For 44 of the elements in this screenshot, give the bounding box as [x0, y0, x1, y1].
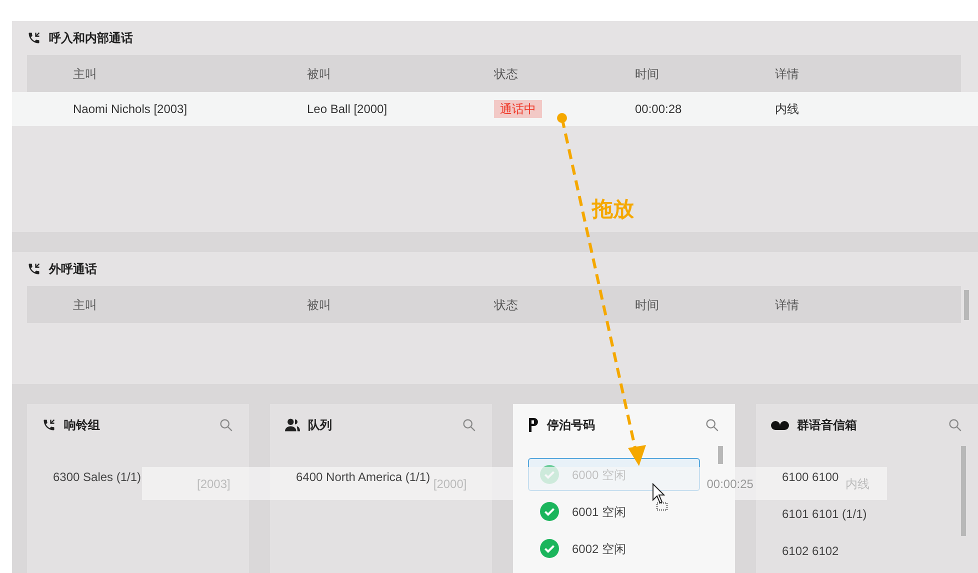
column-header: 详情 [775, 66, 799, 80]
column-header: 被叫 [307, 66, 331, 80]
column-header: 主叫 [73, 66, 97, 80]
table-cell: 内线 [775, 102, 799, 116]
list-item[interactable]: 6102 6102 [782, 542, 839, 560]
scrollbar-thumb [718, 446, 723, 464]
ghost-cell-text: 00:00:25 [706, 476, 754, 492]
check-circle-icon [540, 502, 559, 521]
section-title: 呼入和内部通话 [49, 30, 133, 47]
phone-icon [27, 262, 41, 276]
list-item[interactable]: 6100 6100 [782, 468, 839, 486]
column-header: 主叫 [73, 298, 97, 312]
list-item[interactable]: 6300 Sales (1/1) [53, 468, 142, 486]
search-icon[interactable] [948, 418, 962, 432]
people-icon [285, 418, 300, 432]
phone-icon [42, 418, 56, 432]
column-header: 时间 [635, 298, 659, 312]
section-title: 外呼通话 [49, 261, 97, 278]
column-header: 被叫 [307, 298, 331, 312]
table-cell: Leo Ball [2000] [307, 102, 388, 116]
parking-slot[interactable]: 6002 空闲 [528, 532, 700, 565]
search-icon[interactable] [705, 418, 719, 432]
table-cell: Naomi Nichols [2003] [73, 102, 188, 116]
parking-p-icon [528, 418, 539, 432]
column-header: 状态 [494, 66, 518, 80]
list-item[interactable]: 6400 North America (1/1) [296, 468, 430, 486]
panel-title: 停泊号码 [547, 417, 595, 434]
panel-title: 响铃组 [64, 417, 100, 434]
scrollbar-thumb [964, 290, 969, 320]
search-icon[interactable] [219, 418, 233, 432]
list-item[interactable]: 6101 6101 (1/1) [782, 505, 867, 523]
search-icon[interactable] [462, 418, 476, 432]
drag-label: 拖放 [592, 197, 634, 223]
phone-icon [27, 31, 41, 45]
voicemail-icon [771, 420, 789, 430]
panel-title: 群语音信箱 [797, 417, 857, 434]
column-header: 状态 [494, 298, 518, 312]
column-header: 时间 [635, 66, 659, 80]
check-circle-icon [540, 539, 559, 558]
panel-title: 队列 [308, 417, 332, 434]
column-header: 详情 [775, 298, 799, 312]
table-cell: 00:00:28 [635, 102, 682, 116]
table-row[interactable]: Naomi Nichols [2003] Leo Ball [2000] 通话中 00:00:28 内线 [12, 92, 978, 126]
status-badge: 通话中 [494, 100, 542, 118]
